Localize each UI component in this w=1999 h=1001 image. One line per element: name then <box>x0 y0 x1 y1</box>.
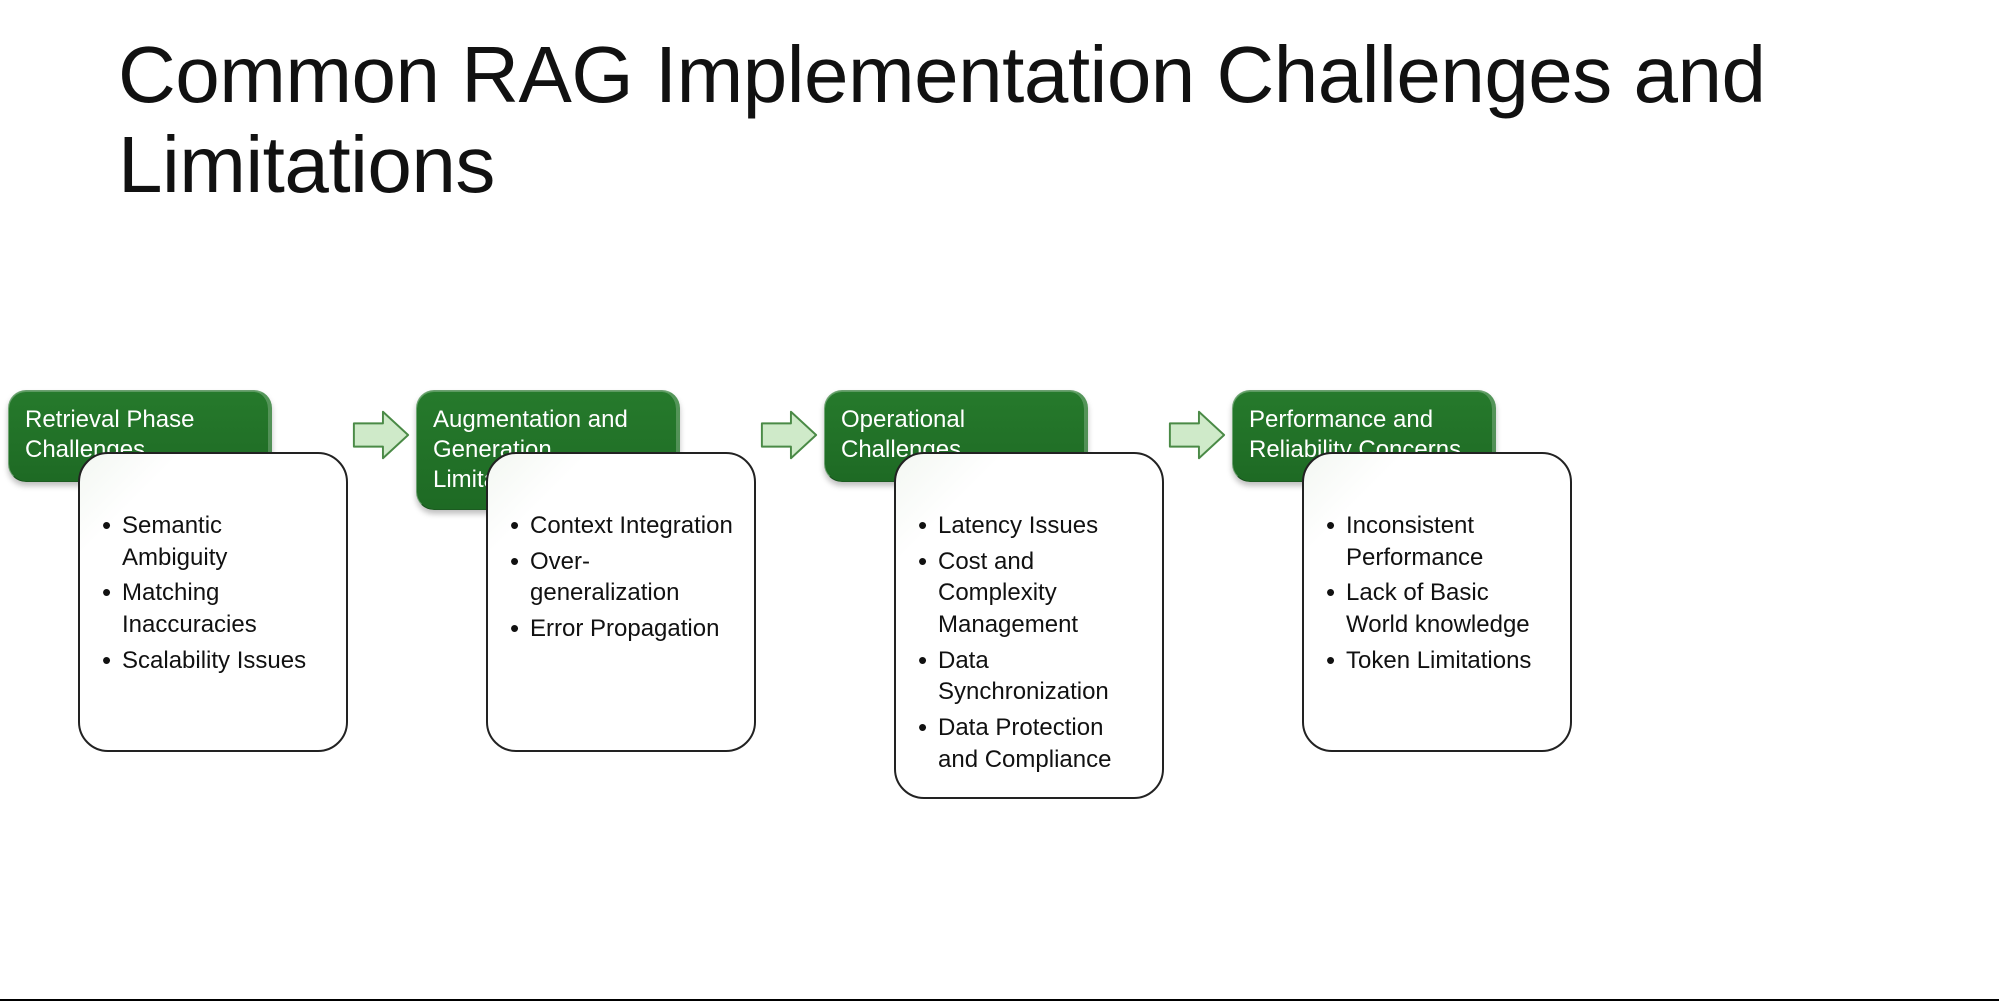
arrow-icon <box>754 390 824 466</box>
challenge-group-augmentation: Augmentation and Generation Limitation C… <box>416 390 754 752</box>
challenge-group-operational: Operational Challenges Latency Issues Co… <box>824 390 1162 799</box>
group-item-list: Semantic Ambiguity Matching Inaccuracies… <box>102 510 328 676</box>
group-detail-card: Inconsistent Performance Lack of Basic W… <box>1302 452 1572 752</box>
challenge-group-retrieval: Retrieval Phase Challenges Semantic Ambi… <box>8 390 346 752</box>
group-detail-card: Context Integration Over-generalization … <box>486 452 756 752</box>
list-item: Error Propagation <box>510 613 736 645</box>
list-item: Matching Inaccuracies <box>102 577 328 640</box>
flow-row: Retrieval Phase Challenges Semantic Ambi… <box>8 390 1993 799</box>
list-item: Latency Issues <box>918 510 1144 542</box>
list-item: Lack of Basic World knowledge <box>1326 577 1552 640</box>
list-item: Data Synchronization <box>918 645 1144 708</box>
arrow-icon <box>346 390 416 466</box>
group-item-list: Context Integration Over-generalization … <box>510 510 736 645</box>
list-item: Context Integration <box>510 510 736 542</box>
arrow-icon <box>1162 390 1232 466</box>
challenge-group-performance: Performance and Reliability Concerns Inc… <box>1232 390 1570 752</box>
list-item: Semantic Ambiguity <box>102 510 328 573</box>
list-item: Over-generalization <box>510 546 736 609</box>
group-item-list: Latency Issues Cost and Complexity Manag… <box>918 510 1144 775</box>
list-item: Inconsistent Performance <box>1326 510 1552 573</box>
group-detail-card: Semantic Ambiguity Matching Inaccuracies… <box>78 452 348 752</box>
group-detail-card: Latency Issues Cost and Complexity Manag… <box>894 452 1164 799</box>
list-item: Cost and Complexity Management <box>918 546 1144 641</box>
list-item: Scalability Issues <box>102 645 328 677</box>
group-item-list: Inconsistent Performance Lack of Basic W… <box>1326 510 1552 676</box>
list-item: Token Limitations <box>1326 645 1552 677</box>
page-title: Common RAG Implementation Challenges and… <box>118 30 1999 209</box>
list-item: Data Protection and Compliance <box>918 712 1144 775</box>
